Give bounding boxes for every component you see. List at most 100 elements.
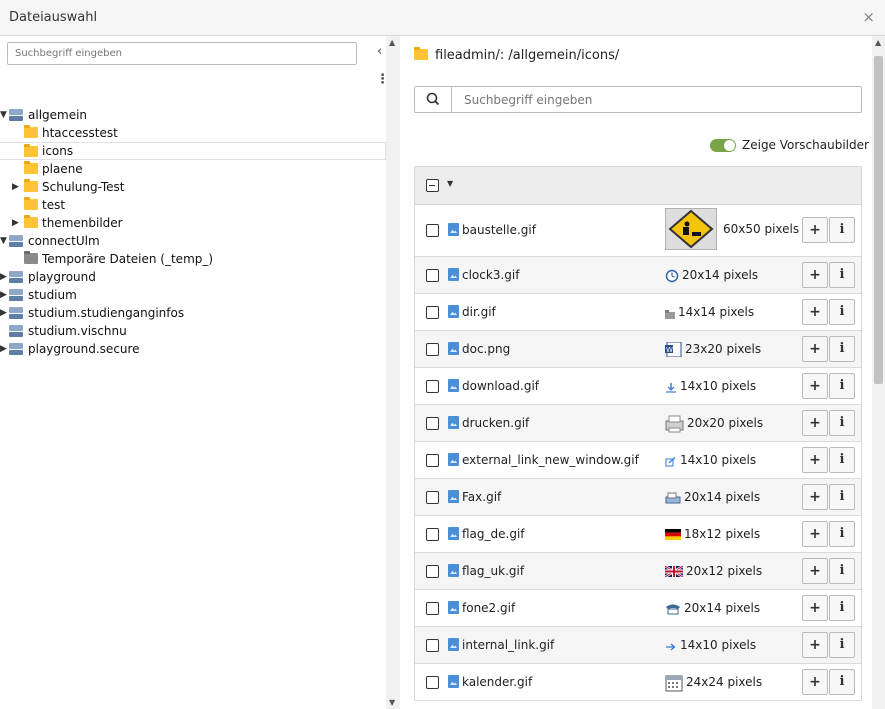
file-name[interactable]: kalender.gif [462,675,532,689]
file-info-button[interactable]: i [829,336,855,362]
add-file-button[interactable]: + [802,595,828,621]
row-checkbox[interactable] [426,224,439,237]
file-name[interactable]: fone2.gif [462,601,515,615]
tree-node-schulung-test[interactable]: ▶ Schulung-Test [0,178,386,196]
file-info-button[interactable]: i [829,558,855,584]
row-checkbox[interactable] [426,269,439,282]
add-file-button[interactable]: + [802,669,828,695]
collapsed-arrow-icon[interactable]: ▶ [12,178,19,196]
file-info-button[interactable]: i [829,632,855,658]
add-file-button[interactable]: + [802,299,828,325]
tree-node-allgemein[interactable]: ▼ allgemein [0,106,386,124]
scroll-up-icon[interactable]: ▲ [875,38,881,47]
file-name[interactable]: Fax.gif [462,490,501,504]
table-row[interactable]: flag_de.gif 18x12 pixels + i [415,516,861,553]
file-info-button[interactable]: i [829,373,855,399]
collapse-tree-button[interactable]: ‹ [377,44,382,59]
add-file-button[interactable]: + [802,521,828,547]
tree-node-plaene[interactable]: plaene [0,160,386,178]
tree-node-studium-vischnu[interactable]: studium.vischnu [0,322,386,340]
expanded-arrow-icon[interactable]: ▼ [0,232,7,250]
table-row[interactable]: Fax.gif 20x14 pixels + i [415,479,861,516]
file-info-button[interactable]: i [829,521,855,547]
file-info-button[interactable]: i [829,299,855,325]
add-file-button[interactable]: + [802,336,828,362]
tree-node-icons[interactable]: icons [0,142,386,160]
select-all-checkbox[interactable] [426,179,439,192]
row-checkbox[interactable] [426,306,439,319]
row-checkbox[interactable] [426,639,439,652]
scroll-down-icon[interactable]: ▼ [389,698,395,707]
add-file-button[interactable]: + [802,217,828,243]
row-checkbox[interactable] [426,343,439,356]
table-row[interactable]: doc.png W 23x20 pixels + i [415,331,861,368]
row-checkbox[interactable] [426,565,439,578]
table-row[interactable]: baustelle.gif 60x50 pixels + i [415,205,861,257]
add-file-button[interactable]: + [802,558,828,584]
chevron-down-icon[interactable]: ▼ [447,179,453,188]
collapsed-arrow-icon[interactable]: ▶ [0,268,7,286]
file-name[interactable]: clock3.gif [462,268,519,282]
table-row[interactable]: internal_link.gif 14x10 pixels + i [415,627,861,664]
table-row[interactable]: kalender.gif 24x24 pixels + i [415,664,861,701]
file-info-button[interactable]: i [829,447,855,473]
file-name[interactable]: internal_link.gif [462,638,554,652]
file-name[interactable]: flag_uk.gif [462,564,524,578]
search-button[interactable] [415,87,452,112]
table-row[interactable]: dir.gif 14x14 pixels + i [415,294,861,331]
tree-node-themenbilder[interactable]: ▶ themenbilder [0,214,386,232]
file-name[interactable]: dir.gif [462,305,496,319]
tree-node-temp[interactable]: Temporäre Dateien (_temp_) [0,250,386,268]
file-name[interactable]: drucken.gif [462,416,529,430]
collapsed-arrow-icon[interactable]: ▶ [0,286,7,304]
row-checkbox[interactable] [426,602,439,615]
table-row[interactable]: external_link_new_window.gif 14x10 pixels… [415,442,861,479]
tree-search-input[interactable] [7,42,357,65]
tree-node-htaccesstest[interactable]: htaccesstest [0,124,386,142]
file-search-input[interactable] [453,87,861,112]
tree-node-test[interactable]: test [0,196,386,214]
file-list-scrollbar[interactable]: ▲ [872,36,885,709]
file-info-button[interactable]: i [829,484,855,510]
table-row[interactable]: flag_uk.gif 20x12 pixels + i [415,553,861,590]
collapsed-arrow-icon[interactable]: ▶ [0,340,7,358]
file-name[interactable]: baustelle.gif [462,223,536,237]
table-row[interactable]: drucken.gif 20x20 pixels + i [415,405,861,442]
tree-node-connectulm[interactable]: ▼ connectUlm [0,232,386,250]
file-name[interactable]: external_link_new_window.gif [462,453,639,467]
tree-node-studium-studienganginfos[interactable]: ▶ studium.studienganginfos [0,304,386,322]
tree-scrollbar[interactable]: ▲ ▼ [386,36,400,709]
tree-node-playground-secure[interactable]: ▶ playground.secure [0,340,386,358]
add-file-button[interactable]: + [802,632,828,658]
table-row[interactable]: clock3.gif 20x14 pixels + i [415,257,861,294]
file-name[interactable]: download.gif [462,379,539,393]
row-checkbox[interactable] [426,676,439,689]
table-row[interactable]: download.gif 14x10 pixels + i [415,368,861,405]
file-info-button[interactable]: i [829,217,855,243]
collapsed-arrow-icon[interactable]: ▶ [12,214,19,232]
scroll-up-icon[interactable]: ▲ [389,38,395,47]
expanded-arrow-icon[interactable]: ▼ [0,106,7,124]
file-name[interactable]: flag_de.gif [462,527,525,541]
add-file-button[interactable]: + [802,447,828,473]
file-info-button[interactable]: i [829,262,855,288]
tree-node-studium[interactable]: ▶ studium [0,286,386,304]
add-file-button[interactable]: + [802,484,828,510]
add-file-button[interactable]: + [802,262,828,288]
row-checkbox[interactable] [426,491,439,504]
add-file-button[interactable]: + [802,373,828,399]
add-file-button[interactable]: + [802,410,828,436]
scrollbar-thumb[interactable] [874,56,883,384]
file-name[interactable]: doc.png [462,342,510,356]
file-info-button[interactable]: i [829,595,855,621]
row-checkbox[interactable] [426,528,439,541]
row-checkbox[interactable] [426,454,439,467]
file-info-button[interactable]: i [829,410,855,436]
file-info-button[interactable]: i [829,669,855,695]
tree-node-playground[interactable]: ▶ playground [0,268,386,286]
collapsed-arrow-icon[interactable]: ▶ [0,304,7,322]
table-row[interactable]: fone2.gif 20x14 pixels + i [415,590,861,627]
row-checkbox[interactable] [426,417,439,430]
close-icon[interactable]: × [862,8,875,26]
row-checkbox[interactable] [426,380,439,393]
